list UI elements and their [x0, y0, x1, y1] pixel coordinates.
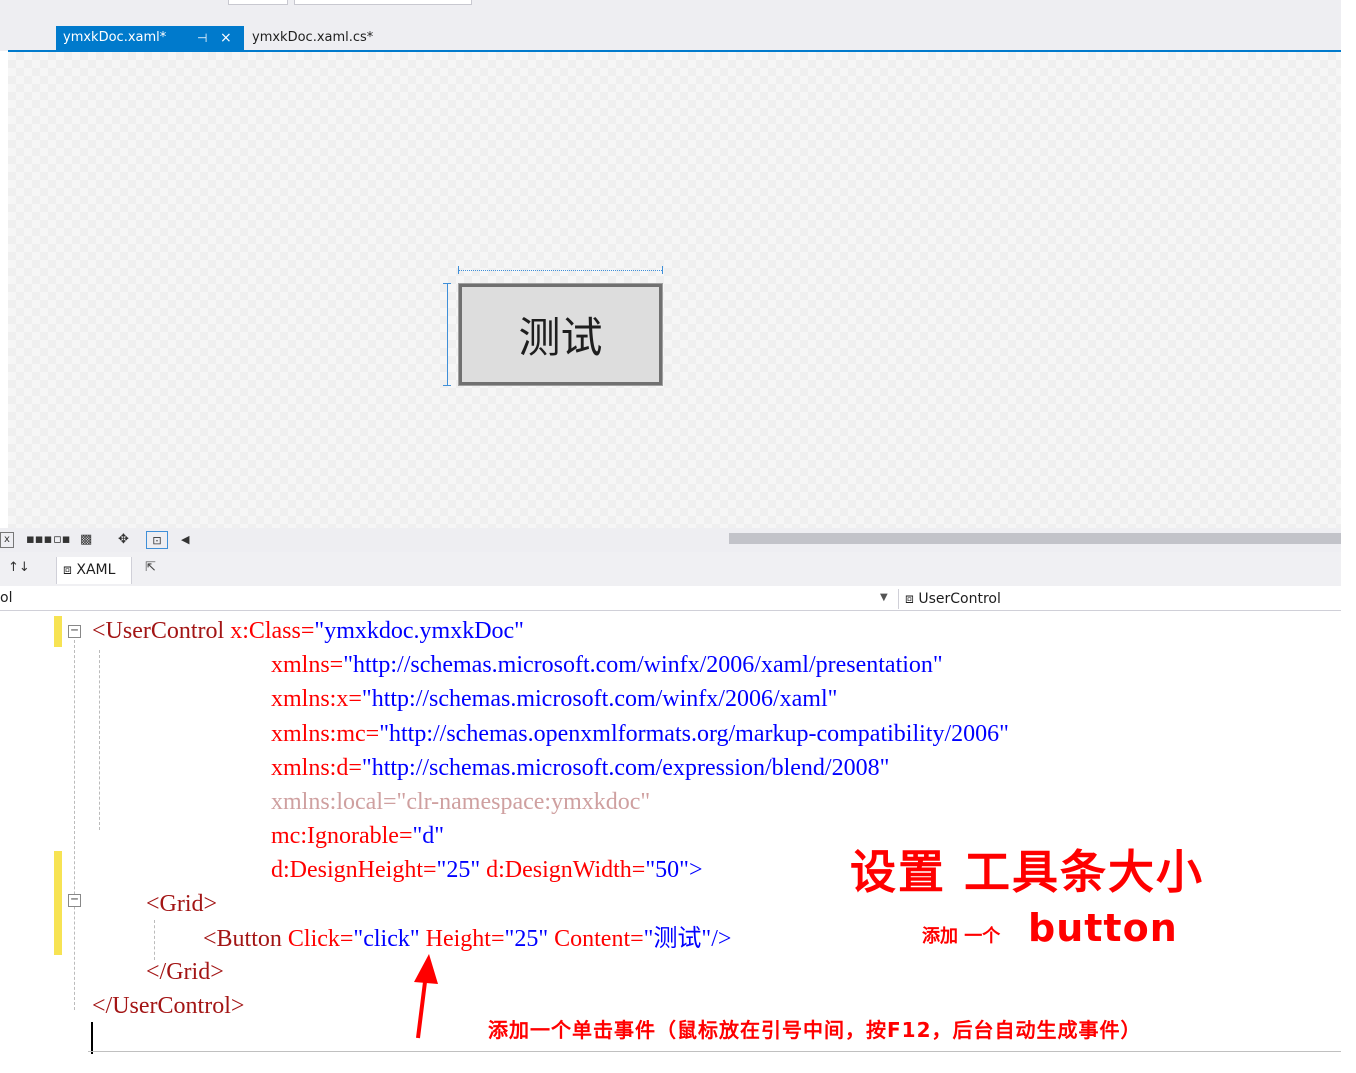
code-line-1: <UserControl x:Class="ymxkdoc.ymxkDoc": [92, 617, 524, 645]
code-token: xmlns:x=: [271, 686, 362, 712]
collapse-icon[interactable]: −: [68, 893, 81, 907]
code-line-9: <Grid>: [146, 890, 217, 918]
changed-line-marker: [54, 616, 62, 647]
code-line-6: xmlns:local="clr-namespace:ymxkdoc": [271, 789, 651, 815]
code-token: "http://schemas.microsoft.com/winfx/2006…: [343, 652, 943, 678]
code-token: <UserControl: [92, 618, 225, 644]
selection-width-guide: [458, 270, 662, 271]
code-token: Click=: [281, 926, 354, 952]
code-token: "测试": [643, 926, 712, 952]
popout-icon[interactable]: ⇱: [145, 560, 156, 575]
changed-line-marker: [54, 851, 62, 955]
tab-ymxkdoc-xaml-cs[interactable]: ymxkDoc.xaml.cs*: [252, 26, 412, 50]
selection-guide-tick: [458, 266, 459, 274]
selection-height-guide: [447, 283, 448, 386]
member-dropdown[interactable]: ⧈ UserControl: [898, 589, 1341, 609]
code-token: Height=: [419, 926, 505, 952]
tab-ymxkdoc-xaml[interactable]: ymxkDoc.xaml* ⊣ ×: [56, 26, 244, 50]
tab-label: ymxkDoc.xaml.cs*: [252, 30, 374, 45]
annotation-add-button-word: button: [1028, 906, 1178, 950]
top-toolbar-strip: [0, 0, 1341, 24]
current-line-border: [88, 1051, 1341, 1052]
code-token: "click": [353, 926, 420, 952]
code-token: </UserControl>: [92, 993, 245, 1019]
toolbar-combobox[interactable]: [294, 0, 472, 5]
swap-panes-icon[interactable]: ↑↓: [8, 560, 30, 575]
artboard-icon[interactable]: ⊡: [146, 531, 168, 549]
selection-guide-tick: [443, 385, 451, 386]
selection-guide-tick: [443, 283, 451, 284]
annotation-click-event: 添加一个单击事件（鼠标放在引号中间，按F12，后台自动生成事件）: [488, 1018, 1142, 1042]
code-token: "http://schemas.openxmlformats.org/marku…: [379, 721, 1009, 747]
annotation-toolbar-size: 设置 工具条大小: [850, 845, 1205, 899]
code-token: xmlns=: [271, 652, 344, 678]
snap-grid-icon[interactable]: ▫▪: [53, 531, 71, 549]
code-token: </Grid>: [146, 959, 224, 985]
close-icon[interactable]: ×: [220, 26, 232, 50]
code-token: "25": [504, 926, 549, 952]
tab-xaml[interactable]: ⧈ XAML: [56, 557, 132, 584]
code-line-12: </UserControl>: [92, 992, 244, 1020]
code-token: d:DesignHeight=: [271, 857, 437, 883]
grid-icon[interactable]: ▪▪▪: [26, 531, 52, 549]
code-token: xmlns:d=: [271, 755, 362, 781]
tab-label: ymxkDoc.xaml*: [63, 30, 167, 45]
code-line-11: </Grid>: [146, 958, 224, 986]
annotation-arrow-icon: [414, 954, 438, 1039]
code-line-3: xmlns:x="http://schemas.microsoft.com/wi…: [271, 685, 837, 713]
code-token: x:Class=: [224, 618, 315, 644]
code-token: d:DesignWidth=: [480, 857, 646, 883]
toolbar-combobox[interactable]: [228, 0, 288, 5]
code-line-2: xmlns="http://schemas.microsoft.com/winf…: [271, 651, 943, 679]
split-tab-bar: [0, 552, 1341, 586]
member-dropdown-label: UserControl: [918, 591, 1001, 607]
code-line-5: xmlns:d="http://schemas.microsoft.com/ex…: [271, 754, 889, 782]
checkerboard-icon[interactable]: ▩: [80, 531, 92, 549]
code-line-4: xmlns:mc="http://schemas.openxmlformats.…: [271, 720, 1009, 748]
code-token: "ymxkdoc.ymxkDoc": [314, 618, 524, 644]
collapse-icon[interactable]: −: [68, 624, 81, 638]
horizontal-scrollbar[interactable]: [729, 533, 1341, 544]
code-token: <Button: [203, 926, 282, 952]
code-token: Content=: [548, 926, 644, 952]
tab-label: XAML: [76, 562, 116, 578]
usercontrol-icon: ⧈: [905, 591, 914, 607]
chevron-down-icon[interactable]: ▼: [880, 592, 888, 603]
annotation-add-button-prefix: 添加 一个: [922, 926, 1001, 947]
snap-lines-icon[interactable]: ✥: [118, 531, 129, 549]
code-token: xmlns:mc=: [271, 721, 380, 747]
scroll-left-icon[interactable]: ◀: [181, 531, 189, 549]
code-token: "http://schemas.microsoft.com/winfx/2006…: [361, 686, 838, 712]
formula-icon[interactable]: x: [0, 532, 14, 548]
fold-guide: [74, 640, 75, 1010]
code-token: "50": [645, 857, 689, 883]
code-token: mc:Ignorable=: [271, 823, 413, 849]
pin-icon[interactable]: ⊣: [197, 26, 207, 50]
xaml-icon: ⧈: [63, 562, 72, 578]
code-token: "25": [436, 857, 481, 883]
code-token: "http://schemas.microsoft.com/expression…: [361, 755, 890, 781]
code-line-7: mc:Ignorable="d": [271, 822, 444, 850]
code-token: <Grid>: [146, 891, 218, 917]
code-line-8: d:DesignHeight="25" d:DesignWidth="50">: [271, 856, 702, 884]
indent-guide: [99, 650, 100, 830]
code-line-10: <Button Click="click" Height="25" Conten…: [203, 925, 731, 953]
text-caret: [91, 1022, 93, 1054]
selection-guide-tick: [662, 266, 663, 274]
design-surface[interactable]: [8, 52, 1341, 528]
code-token: "d": [412, 823, 445, 849]
type-dropdown[interactable]: ol: [0, 590, 12, 606]
code-token: />: [711, 926, 732, 952]
design-preview-button[interactable]: 测试: [458, 283, 663, 386]
code-token: >: [688, 857, 703, 883]
indent-guide: [154, 920, 155, 960]
